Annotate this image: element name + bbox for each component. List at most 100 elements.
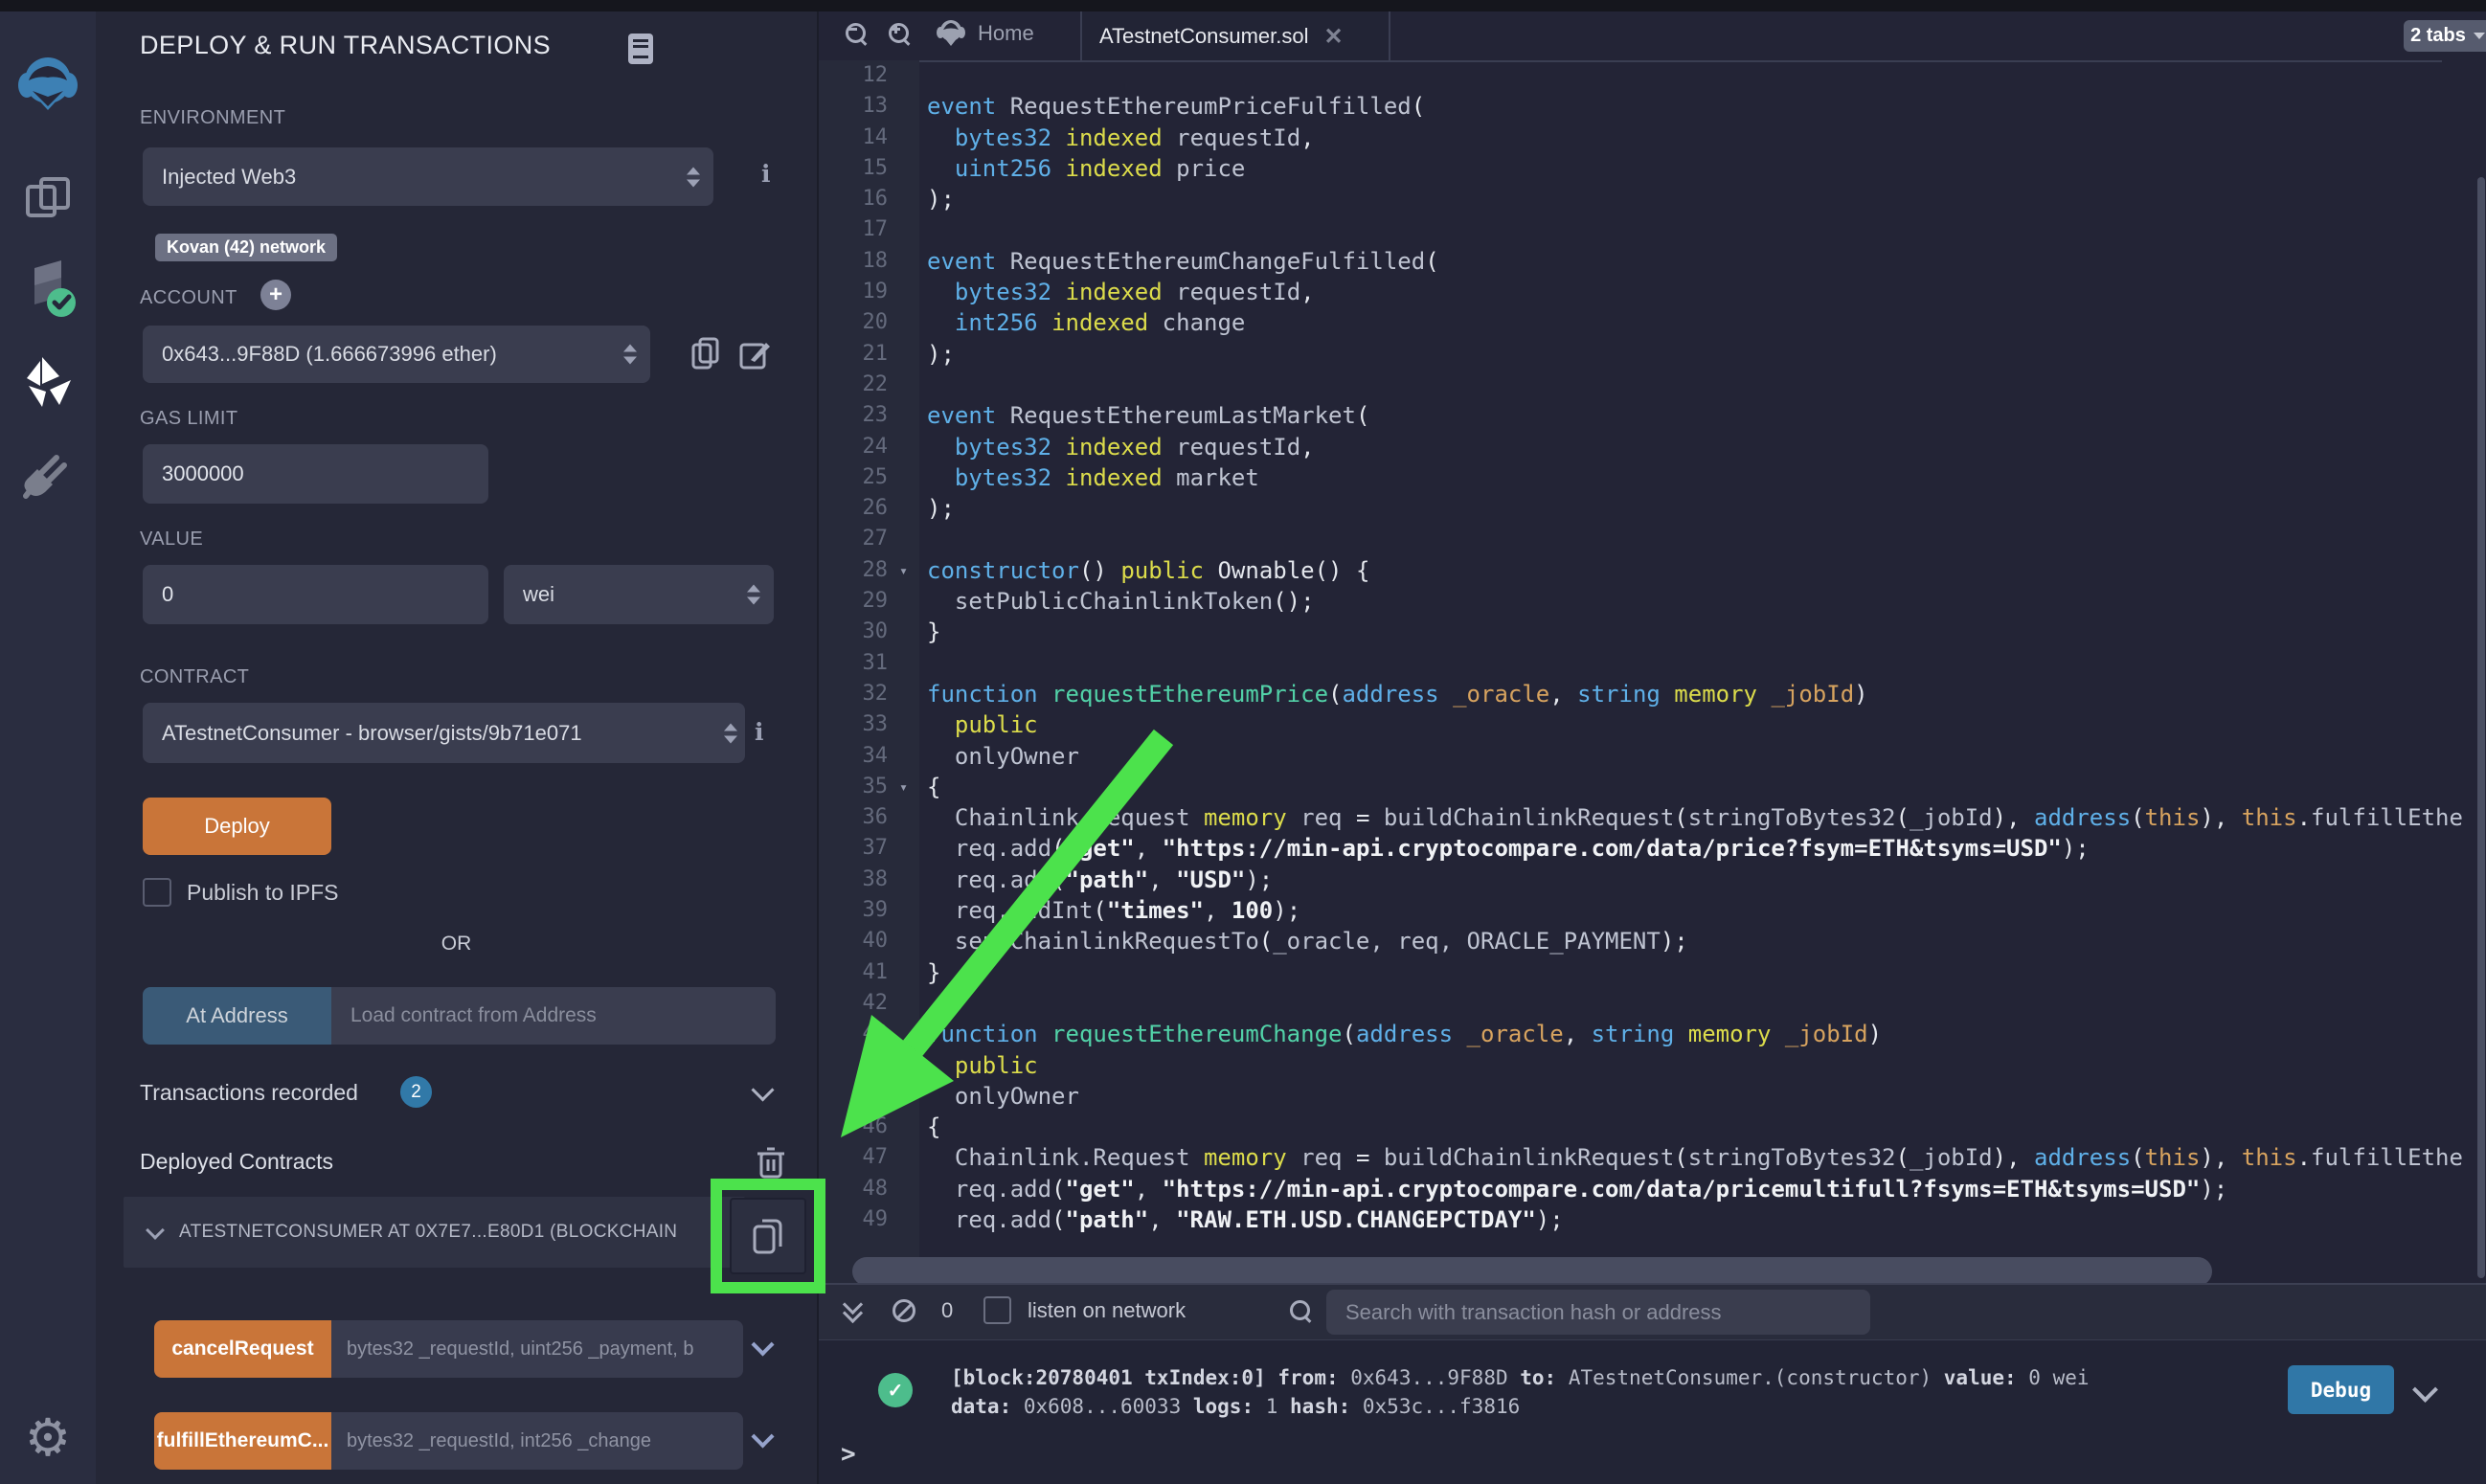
fulfill-ethereum-change-button[interactable]: fulfillEthereumC... bbox=[154, 1412, 331, 1470]
code-line: 49 req.add("path", "RAW.ETH.USD.CHANGEPC… bbox=[819, 1204, 2463, 1235]
code-line: 45 onlyOwner bbox=[819, 1081, 2463, 1112]
contract-select[interactable]: ATestnetConsumer - browser/gists/9b71e07… bbox=[143, 703, 745, 763]
deploy-and-run-icon[interactable] bbox=[0, 349, 96, 416]
code-line: 25 bytes32 indexed market bbox=[819, 462, 2463, 493]
zoom-out-icon[interactable] bbox=[846, 23, 867, 44]
tx-expand-chevron-icon[interactable] bbox=[2412, 1377, 2438, 1403]
listen-network-checkbox[interactable] bbox=[983, 1296, 1011, 1324]
deploy-run-panel: DEPLOY & RUN TRANSACTIONS ENVIRONMENT In… bbox=[96, 11, 819, 1484]
environment-select[interactable]: Injected Web3 bbox=[143, 147, 713, 206]
remix-logo-glyph bbox=[13, 49, 82, 118]
remix-ide-window: ⚙ DEPLOY & RUN TRANSACTIONS ENVIRONMENT … bbox=[0, 0, 2486, 1484]
edit-account-icon[interactable] bbox=[739, 339, 770, 370]
code-line: 23event RequestEthereumLastMarket( bbox=[819, 400, 2463, 431]
code-line: 17 bbox=[819, 214, 2463, 245]
terminal-prompt[interactable]: > bbox=[841, 1440, 856, 1469]
file-explorer-icon[interactable] bbox=[0, 168, 96, 231]
close-tab-icon[interactable]: ✕ bbox=[1323, 23, 1343, 51]
value-input[interactable] bbox=[143, 565, 488, 624]
network-badge: Kovan (42) network bbox=[155, 234, 337, 261]
cancel-request-button[interactable]: cancelRequest bbox=[154, 1320, 331, 1378]
environment-value: Injected Web3 bbox=[162, 165, 296, 190]
at-address-input[interactable] bbox=[331, 987, 776, 1045]
code-line: 12 bbox=[819, 60, 2463, 91]
tabs-dropdown-arrow-icon bbox=[2474, 33, 2485, 39]
deploy-button[interactable]: Deploy bbox=[143, 798, 331, 855]
terminal: 0 listen on network ✓ [block:20780401 tx… bbox=[819, 1283, 2486, 1484]
transactions-chevron-icon[interactable] bbox=[751, 1078, 774, 1101]
publish-ipfs-checkbox[interactable] bbox=[143, 878, 171, 907]
deployed-contract-label: ATESTNETCONSUMER AT 0X7E7...E80D1 (BLOCK… bbox=[179, 1222, 715, 1243]
account-value: 0x643...9F88D (1.666673996 ether) bbox=[162, 342, 497, 367]
pending-tx-count: 0 bbox=[941, 1298, 953, 1323]
value-unit-select[interactable]: wei bbox=[504, 565, 774, 624]
code-line: 35▾{ bbox=[819, 772, 2463, 802]
vertical-scrollbar[interactable] bbox=[2477, 177, 2485, 1278]
code-line: 48 req.add("get", "https://min-api.crypt… bbox=[819, 1174, 2463, 1204]
cancel-request-params[interactable]: bytes32 _requestId, uint256 _payment, b bbox=[331, 1320, 743, 1378]
deployed-contract-row[interactable]: ATESTNETCONSUMER AT 0X7E7...E80D1 (BLOCK… bbox=[124, 1197, 745, 1268]
code-line: 21); bbox=[819, 339, 2463, 370]
contract-expand-chevron-icon[interactable] bbox=[146, 1221, 165, 1240]
select-arrows-icon bbox=[747, 585, 760, 605]
cancel-request-expand-icon[interactable] bbox=[751, 1333, 774, 1356]
code-line: 24 bytes32 indexed requestId, bbox=[819, 432, 2463, 462]
fulfill-ethereum-change-params[interactable]: bytes32 _requestId, int256 _change bbox=[331, 1412, 743, 1470]
clear-console-icon[interactable] bbox=[893, 1299, 915, 1322]
at-address-button[interactable]: At Address bbox=[143, 987, 331, 1045]
horizontal-scrollbar[interactable] bbox=[852, 1257, 2212, 1283]
code-line: 36 Chainlink.Request memory req = buildC… bbox=[819, 802, 2463, 833]
code-line: 32function requestEthereumPrice(address … bbox=[819, 679, 2463, 709]
code-line: 16); bbox=[819, 184, 2463, 214]
tab-home[interactable]: Home bbox=[936, 17, 1034, 50]
environment-label: ENVIRONMENT bbox=[140, 107, 285, 129]
contract-label: CONTRACT bbox=[140, 666, 249, 688]
tab-active-file[interactable]: ATestnetConsumer.sol ✕ bbox=[1080, 11, 1390, 61]
select-arrows-icon bbox=[724, 723, 737, 743]
value-label: VALUE bbox=[140, 528, 203, 551]
tx-log-entry[interactable]: [block:20780401 txIndex:0] from: 0x643..… bbox=[951, 1363, 2090, 1421]
remix-mini-logo-icon bbox=[936, 17, 966, 50]
code-line: 26); bbox=[819, 493, 2463, 524]
code-line: 15 uint256 indexed price bbox=[819, 153, 2463, 184]
select-arrows-icon bbox=[623, 345, 637, 365]
environment-info-icon[interactable]: i bbox=[761, 160, 771, 188]
code-line: 18event RequestEthereumChangeFulfilled( bbox=[819, 246, 2463, 277]
settings-gear-icon[interactable]: ⚙ bbox=[0, 1407, 96, 1469]
add-account-icon[interactable]: + bbox=[260, 280, 291, 310]
code-area[interactable]: 1213event RequestEthereumPriceFulfilled(… bbox=[819, 60, 2486, 1283]
tab-home-label: Home bbox=[978, 21, 1034, 46]
debug-button[interactable]: Debug bbox=[2288, 1365, 2394, 1414]
code-line: 14 bytes32 indexed requestId, bbox=[819, 123, 2463, 153]
code-line: 20 int256 indexed change bbox=[819, 307, 2463, 338]
code-line: 22 bbox=[819, 370, 2463, 400]
terminal-search-input[interactable] bbox=[1326, 1290, 1870, 1335]
tx-success-icon: ✓ bbox=[878, 1373, 913, 1407]
code-line: 38 req.add("path", "USD"); bbox=[819, 865, 2463, 895]
zoom-in-icon[interactable] bbox=[889, 23, 910, 44]
code-line: 46{ bbox=[819, 1112, 2463, 1142]
solidity-compiler-icon[interactable] bbox=[0, 257, 96, 324]
code-line: 13event RequestEthereumPriceFulfilled( bbox=[819, 91, 2463, 122]
account-label: ACCOUNT bbox=[140, 287, 237, 309]
documentation-icon[interactable] bbox=[627, 33, 654, 65]
contract-info-icon[interactable]: i bbox=[755, 718, 764, 746]
account-select[interactable]: 0x643...9F88D (1.666673996 ether) bbox=[143, 326, 650, 383]
tx-log-line1: [block:20780401 txIndex:0] from: 0x643..… bbox=[951, 1363, 2090, 1392]
copy-account-icon[interactable] bbox=[691, 337, 720, 371]
fulfill-expand-icon[interactable] bbox=[751, 1425, 774, 1448]
code-line: 29 setPublicChainlinkToken(); bbox=[819, 586, 2463, 617]
copy-contract-address-button[interactable] bbox=[730, 1198, 806, 1274]
clear-deployed-trash-icon[interactable] bbox=[757, 1145, 785, 1180]
code-line: 44 public bbox=[819, 1050, 2463, 1081]
plugin-manager-icon[interactable] bbox=[0, 440, 96, 507]
contract-value: ATestnetConsumer - browser/gists/9b71e07… bbox=[162, 721, 582, 746]
code-line: 19 bytes32 indexed requestId, bbox=[819, 277, 2463, 307]
tabs-count-dropdown[interactable]: 2 tabs bbox=[2404, 20, 2486, 52]
gas-limit-input[interactable] bbox=[143, 444, 488, 504]
remix-logo-icon[interactable] bbox=[0, 43, 96, 124]
select-arrows-icon bbox=[687, 167, 700, 187]
tabs-count-label: 2 tabs bbox=[2410, 25, 2466, 47]
expand-terminal-icon[interactable] bbox=[846, 1297, 860, 1320]
code-line: 43function requestEthereumChange(address… bbox=[819, 1019, 2463, 1049]
